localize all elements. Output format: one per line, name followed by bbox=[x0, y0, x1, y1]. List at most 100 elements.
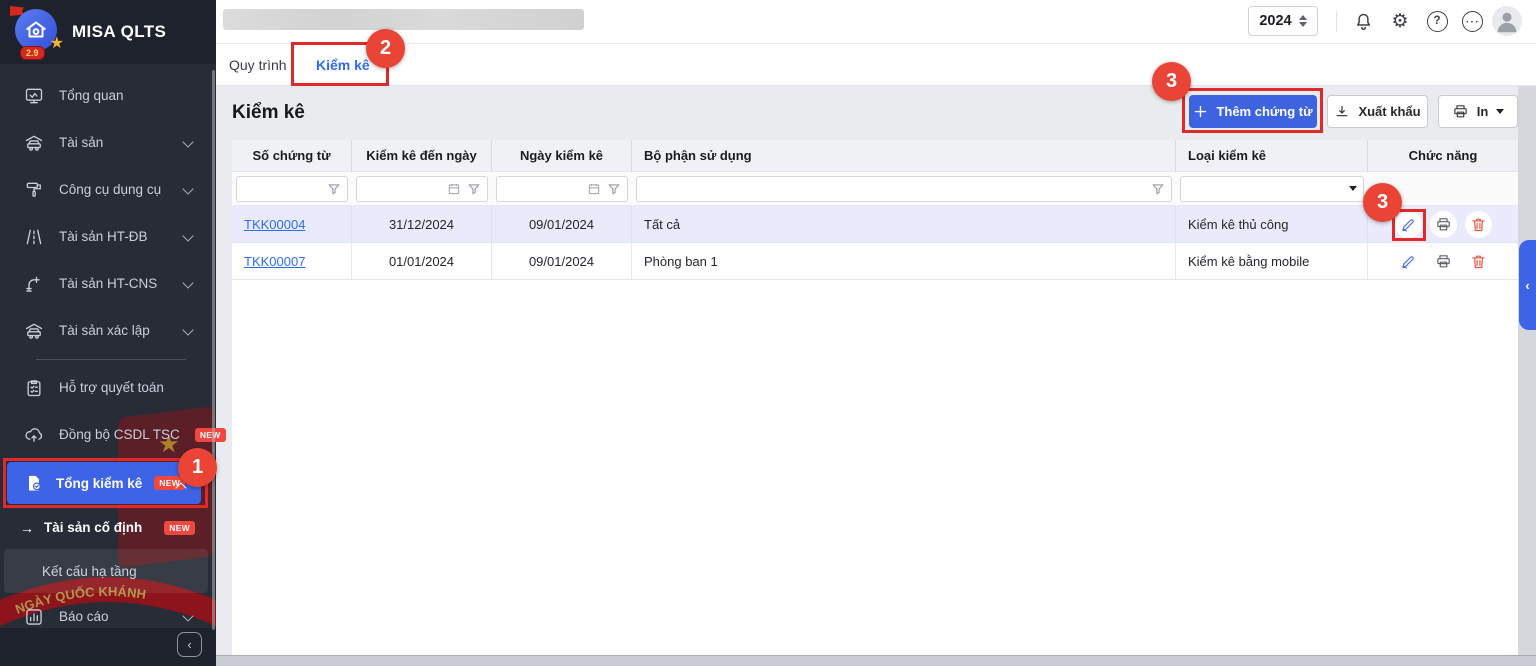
year-stepper-icon[interactable] bbox=[1298, 15, 1307, 27]
sidebar-scrollbar[interactable] bbox=[212, 70, 215, 630]
sidebar: ★ NGÀY QUỐC KHÁNH ★ 2.9 MISA QLTS Tổng q… bbox=[0, 0, 226, 666]
sidebar-item-label: Tổng kiểm kê bbox=[56, 475, 143, 491]
printer-icon bbox=[1453, 105, 1467, 118]
filter-department-input[interactable] bbox=[643, 177, 1145, 200]
filter-funnel-icon[interactable] bbox=[1151, 182, 1165, 196]
doc-no-link[interactable]: TKK00007 bbox=[244, 254, 305, 269]
column-header[interactable]: Loại kiểm kê bbox=[1176, 140, 1368, 172]
tab-label: Kiểm kê bbox=[316, 57, 370, 73]
cell-to-date: 01/01/2024 bbox=[352, 243, 492, 280]
chevron-down-icon bbox=[182, 610, 194, 622]
right-gutter bbox=[1518, 86, 1536, 655]
dashboard-icon bbox=[25, 88, 43, 103]
cell-type: Kiểm kê bằng mobile bbox=[1176, 243, 1368, 280]
pipe-icon bbox=[26, 276, 40, 292]
filter-date-input[interactable] bbox=[503, 177, 581, 200]
cell-date: 09/01/2024 bbox=[492, 243, 632, 280]
delete-icon[interactable] bbox=[1464, 210, 1492, 238]
sidebar-item-tai-san-xac-lap[interactable]: Tài sản xác lập bbox=[0, 307, 216, 354]
table-row[interactable]: TKK00007 01/01/2024 09/01/2024 Phòng ban… bbox=[232, 243, 1518, 280]
print-row-icon[interactable] bbox=[1429, 210, 1457, 238]
tab-kiem-ke[interactable]: Kiểm kê bbox=[316, 44, 370, 86]
column-header[interactable]: Bộ phận sử dụng bbox=[632, 140, 1176, 172]
main-area: 2024 ⚙ ? ⋯ Quy trình Kiểm kê Kiểm kê Thê… bbox=[216, 0, 1536, 666]
print-row-icon[interactable] bbox=[1430, 248, 1457, 275]
app-window: ★ NGÀY QUỐC KHÁNH ★ 2.9 MISA QLTS Tổng q… bbox=[0, 0, 1536, 666]
table-header-row: Số chứng từ Kiểm kê đến ngày Ngày kiểm k… bbox=[232, 140, 1518, 172]
notification-bell-icon[interactable] bbox=[1350, 8, 1376, 34]
column-header[interactable]: Số chứng từ bbox=[232, 140, 352, 172]
chevron-down-icon bbox=[182, 136, 194, 148]
chevron-down-icon bbox=[182, 277, 194, 289]
report-chart-icon bbox=[26, 608, 42, 625]
panel-expander-button[interactable]: ‹ bbox=[1519, 240, 1536, 330]
filter-funnel-icon[interactable] bbox=[327, 182, 341, 196]
inventory-table: Số chứng từ Kiểm kê đến ngày Ngày kiểm k… bbox=[232, 140, 1518, 655]
chevron-down-icon bbox=[182, 324, 194, 336]
filter-type-dropdown[interactable] bbox=[1180, 175, 1364, 202]
column-header[interactable]: Ngày kiểm kê bbox=[492, 140, 632, 172]
content-area: Kiểm kê Thêm chứng từ Xuất khẩu In Số ch… bbox=[216, 86, 1536, 666]
sidebar-collapse-button[interactable]: ‹ bbox=[177, 632, 202, 657]
year-selector[interactable]: 2024 bbox=[1248, 6, 1318, 36]
sidebar-item-label: Tài sản xác lập bbox=[59, 323, 150, 338]
sidebar-item-label: Tổng quan bbox=[59, 88, 124, 103]
filter-type-input[interactable] bbox=[1187, 177, 1343, 200]
sidebar-footer: ‹ bbox=[0, 628, 216, 666]
filter-funnel-icon[interactable] bbox=[607, 182, 621, 196]
redacted-title-block bbox=[223, 9, 584, 30]
sidebar-item-tai-san-ht-cns[interactable]: Tài sản HT-CNS bbox=[0, 260, 216, 307]
export-label: Xuất khẩu bbox=[1358, 104, 1421, 119]
cloud-sync-icon bbox=[25, 427, 43, 442]
caret-down-icon[interactable] bbox=[1349, 186, 1357, 191]
sidebar-item-tai-san[interactable]: Tài sản bbox=[0, 119, 216, 166]
sidebar-subitem-ket-cau-ha-tang[interactable]: Kết cấu hạ tầng bbox=[0, 549, 216, 593]
filter-to-date-input[interactable] bbox=[363, 177, 441, 200]
sidebar-item-dong-bo-csdl-tsc[interactable]: Đồng bộ CSDL TSC NEW bbox=[0, 411, 226, 458]
version-badge: 2.9 bbox=[20, 46, 45, 60]
app-logo[interactable]: ★ 2.9 bbox=[10, 6, 64, 60]
download-icon bbox=[1337, 105, 1348, 116]
edit-icon[interactable] bbox=[1394, 210, 1422, 238]
user-avatar[interactable] bbox=[1492, 6, 1522, 36]
edit-icon[interactable] bbox=[1395, 248, 1422, 275]
bottom-scrollbar-track[interactable] bbox=[216, 655, 1536, 666]
sidebar-item-tong-quan[interactable]: Tổng quan bbox=[0, 72, 216, 119]
inventory-doc-icon bbox=[29, 475, 41, 491]
sidebar-item-label: Đồng bộ CSDL TSC bbox=[59, 427, 180, 442]
filter-doc-no-input[interactable] bbox=[243, 177, 321, 200]
table-row[interactable]: TKK00004 31/12/2024 09/01/2024 Tất cả Ki… bbox=[232, 206, 1518, 243]
filter-date[interactable] bbox=[496, 175, 628, 202]
doc-no-link[interactable]: TKK00004 bbox=[244, 217, 305, 232]
sidebar-item-ho-tro-quyet-toan[interactable]: Hỗ trợ quyết toán bbox=[0, 364, 216, 411]
sidebar-item-label: Hỗ trợ quyết toán bbox=[59, 380, 164, 395]
sidebar-subitem-tai-san-co-dinh[interactable]: → Tài sản cố định NEW bbox=[0, 505, 216, 550]
page-title: Kiểm kê bbox=[232, 102, 305, 123]
calendar-icon[interactable] bbox=[587, 182, 601, 196]
sidebar-item-cong-cu-dung-cu[interactable]: Công cụ dụng cụ bbox=[0, 166, 216, 213]
add-document-button[interactable]: Thêm chứng từ bbox=[1189, 95, 1317, 128]
column-header[interactable]: Kiểm kê đến ngày bbox=[352, 140, 492, 172]
filter-funnel-icon[interactable] bbox=[467, 182, 481, 196]
export-button[interactable]: Xuất khẩu bbox=[1327, 95, 1428, 128]
filter-to-date[interactable] bbox=[356, 175, 488, 202]
sidebar-item-tai-san-ht-db[interactable]: Tài sản HT-ĐB bbox=[0, 213, 216, 260]
gear-icon[interactable]: ⚙ bbox=[1387, 8, 1413, 34]
sidebar-subitem-label: Tài sản cố định bbox=[44, 520, 143, 535]
clipboard-icon bbox=[27, 379, 41, 396]
more-options-icon[interactable]: ⋯ bbox=[1459, 8, 1485, 34]
filter-department[interactable] bbox=[636, 175, 1172, 202]
table-filter-row bbox=[232, 172, 1518, 206]
plus-icon bbox=[1195, 105, 1207, 118]
delete-icon[interactable] bbox=[1465, 248, 1492, 275]
cell-type: Kiểm kê thủ công bbox=[1176, 206, 1368, 243]
tab-label: Quy trình bbox=[229, 57, 287, 73]
sidebar-item-tong-kiem-ke-active[interactable]: Tổng kiểm kê NEW bbox=[7, 462, 201, 504]
filter-doc-no[interactable] bbox=[236, 175, 348, 202]
help-icon[interactable]: ? bbox=[1424, 8, 1450, 34]
filter-actions-empty bbox=[1368, 172, 1518, 205]
tab-quy-trinh[interactable]: Quy trình bbox=[229, 44, 287, 86]
sidebar-item-label: Công cụ dụng cụ bbox=[59, 182, 162, 197]
print-button[interactable]: In bbox=[1438, 95, 1518, 128]
calendar-icon[interactable] bbox=[447, 182, 461, 196]
